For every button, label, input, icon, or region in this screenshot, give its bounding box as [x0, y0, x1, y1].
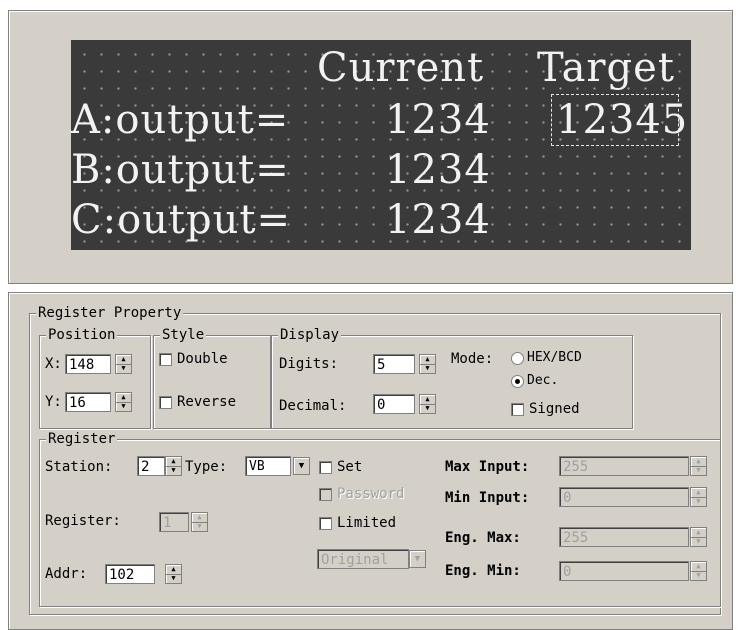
mode-label: Mode:	[451, 351, 494, 367]
type-dropdown-icon[interactable]: ▼	[293, 457, 310, 475]
x-spinner[interactable]: ▲ ▼	[115, 354, 132, 374]
spin-down-icon: ▼	[696, 466, 701, 474]
register-label: Register:	[45, 513, 121, 529]
row-c-current: 1234	[385, 197, 491, 243]
station-label: Station:	[45, 459, 113, 475]
style-legend: Style	[160, 327, 207, 343]
row-a-label: A:output=	[71, 97, 290, 143]
eng-max-spinner: ▲ ▼	[690, 527, 707, 547]
spin-down-icon: ▼	[696, 537, 701, 545]
signed-checkbox[interactable]	[511, 403, 524, 416]
row-b-current: 1234	[385, 147, 491, 193]
spin-down-icon: ▼	[696, 571, 701, 579]
spin-down-icon[interactable]: ▼	[116, 402, 131, 411]
limited-label[interactable]: Limited	[337, 514, 396, 532]
spin-down-icon[interactable]: ▼	[420, 364, 435, 373]
set-checkbox[interactable]	[319, 461, 332, 474]
eng-min-spinner: ▲ ▼	[690, 561, 707, 581]
max-input-spinner: ▲ ▼	[690, 456, 707, 476]
max-input-field: 255	[559, 456, 689, 476]
mode-hexbcd-radio[interactable]	[511, 352, 524, 365]
position-legend: Position	[46, 327, 118, 343]
display-legend: Display	[278, 327, 342, 343]
password-checkbox	[319, 488, 332, 501]
spin-down-icon: ▼	[197, 522, 202, 530]
reverse-label[interactable]: Reverse	[177, 393, 236, 411]
addr-input[interactable]: 102	[105, 564, 155, 584]
mode-hexbcd-label[interactable]: HEX/BCD	[527, 349, 582, 367]
register-legend: Register	[46, 431, 118, 447]
eng-min-field: 0	[559, 561, 689, 581]
type-select[interactable]: VB	[245, 456, 291, 476]
header-current: Current	[317, 45, 485, 91]
min-input-label: Min Input:	[445, 490, 530, 506]
eng-max-field: 255	[559, 527, 689, 547]
decimal-label: Decimal:	[279, 398, 347, 414]
addr-spinner[interactable]: ▲ ▼	[165, 564, 182, 584]
decimal-input[interactable]: 0	[373, 394, 415, 414]
min-input-field: 0	[559, 487, 689, 507]
row-a-target: 12345	[556, 97, 689, 143]
spin-down-icon[interactable]: ▼	[166, 574, 181, 583]
spin-down-icon[interactable]: ▼	[420, 404, 435, 413]
addr-label: Addr:	[45, 566, 88, 582]
register-property-panel: Register Property Position X: 148 ▲ ▼ Y:…	[8, 292, 733, 630]
min-input-spinner: ▲ ▼	[690, 487, 707, 507]
spin-down-icon[interactable]: ▼	[116, 364, 131, 373]
decimal-spinner[interactable]: ▲ ▼	[419, 394, 436, 414]
lcd-preview[interactable]: Current Target A:output= 1234 12345 B:ou…	[71, 40, 691, 250]
row-b-label: B:output=	[71, 147, 290, 193]
row-a-current: 1234	[385, 97, 491, 143]
spin-down-icon: ▼	[696, 497, 701, 505]
original-select: Original	[317, 549, 409, 569]
double-label[interactable]: Double	[177, 350, 228, 368]
set-label[interactable]: Set	[337, 458, 362, 476]
spin-down-icon[interactable]: ▼	[166, 466, 181, 475]
register-input: 1	[159, 512, 189, 532]
y-spinner[interactable]: ▲ ▼	[115, 392, 132, 412]
position-group: Position	[39, 327, 151, 429]
y-input[interactable]: 16	[65, 392, 111, 412]
digits-input[interactable]: 5	[373, 354, 415, 374]
digits-label: Digits:	[279, 356, 339, 372]
mode-dec-radio[interactable]	[511, 375, 524, 388]
max-input-label: Max Input:	[445, 459, 530, 475]
station-input[interactable]: 2	[137, 456, 165, 476]
station-spinner[interactable]: ▲ ▼	[165, 456, 182, 476]
row-c-label: C:output=	[71, 197, 291, 243]
x-label: X:	[45, 356, 62, 372]
password-label: Password	[337, 486, 405, 502]
eng-max-label: Eng. Max:	[445, 530, 521, 546]
eng-min-label: Eng. Min:	[445, 563, 521, 579]
register-property-title: Register Property	[36, 305, 184, 321]
digits-spinner[interactable]: ▲ ▼	[419, 354, 436, 374]
reverse-checkbox[interactable]	[159, 396, 172, 409]
type-label: Type:	[185, 459, 228, 475]
limited-checkbox[interactable]	[319, 517, 332, 530]
mode-dec-label[interactable]: Dec.	[527, 372, 558, 390]
original-dropdown-icon: ▼	[409, 550, 426, 568]
signed-label[interactable]: Signed	[529, 400, 580, 418]
x-input[interactable]: 148	[65, 354, 111, 374]
header-target: Target	[537, 45, 675, 91]
double-checkbox[interactable]	[159, 353, 172, 366]
y-label: Y:	[45, 394, 62, 410]
register-spinner: ▲ ▼	[191, 512, 208, 532]
